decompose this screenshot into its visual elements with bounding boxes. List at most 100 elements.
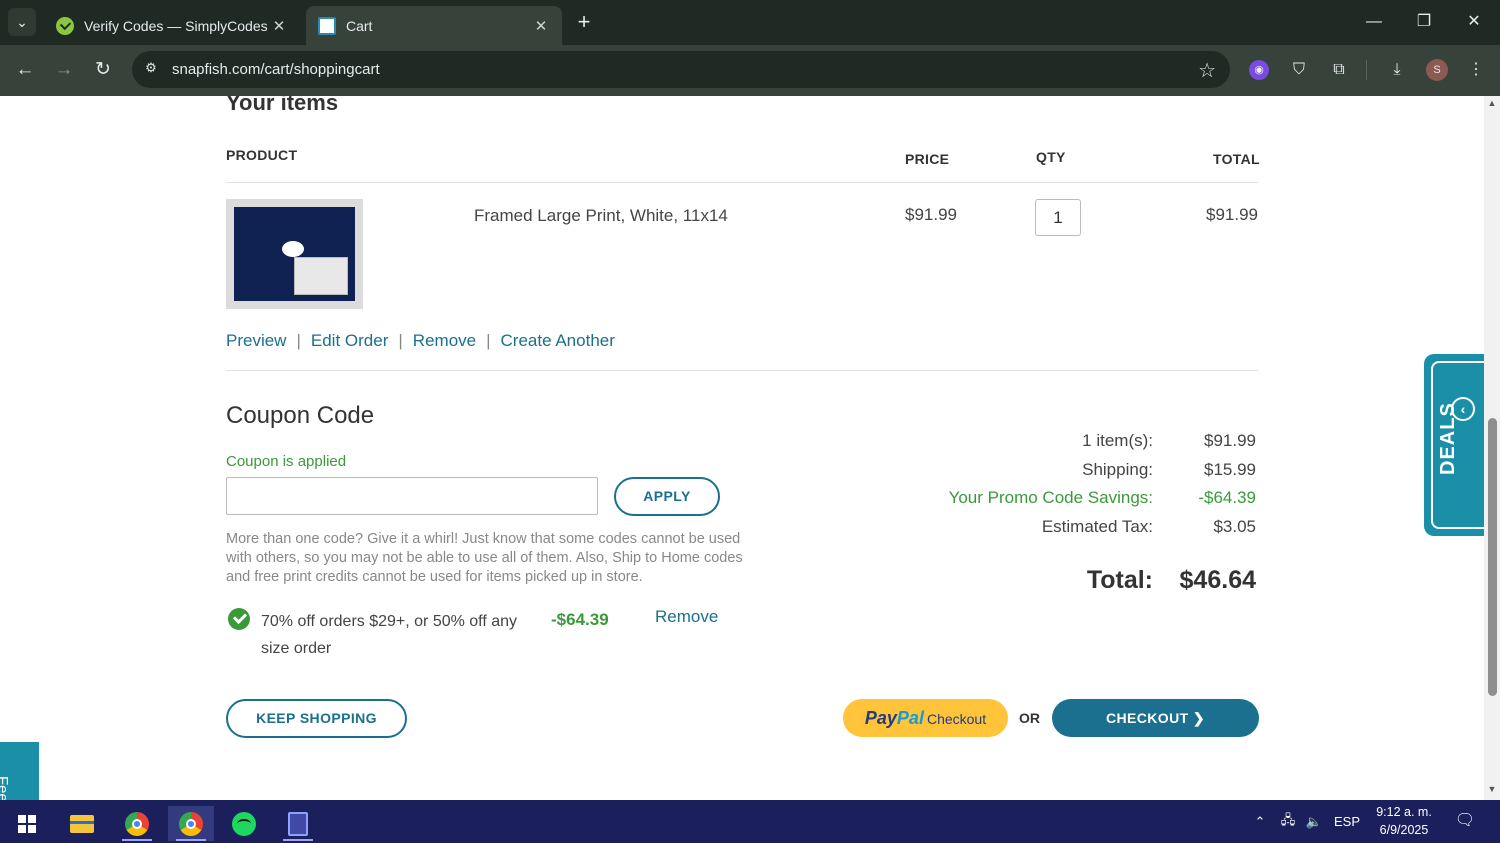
- cart-page: Your items PRODUCT PRICE QTY TOTAL Frame…: [0, 96, 1484, 800]
- paypal-logo-pal: Pal: [896, 708, 924, 728]
- paypal-checkout-button[interactable]: PayPal Checkout: [843, 699, 1008, 737]
- remove-coupon-link[interactable]: Remove: [655, 607, 718, 627]
- item-total: $91.99: [1206, 205, 1258, 224]
- keep-shopping-button[interactable]: KEEP SHOPPING: [226, 699, 407, 738]
- folder-icon: [70, 814, 94, 833]
- close-window-icon[interactable]: ✕: [1459, 8, 1489, 36]
- item-price: $91.99: [905, 205, 957, 224]
- summary-label: Shipping:: [1082, 460, 1153, 479]
- link-separator: |: [296, 331, 301, 350]
- reload-icon[interactable]: ↻: [90, 57, 116, 83]
- tray-chevron-up-icon[interactable]: ⌃: [1250, 800, 1270, 843]
- tab-cart[interactable]: Cart ✕: [306, 6, 562, 45]
- feedback-side-tab[interactable]: Fee: [0, 742, 39, 800]
- divider: [226, 370, 1258, 371]
- product-thumbnail[interactable]: [226, 199, 363, 309]
- deals-tab-border: ‹ DEALS: [1431, 361, 1484, 529]
- checkout-button[interactable]: CHECKOUT ❯: [1052, 699, 1259, 737]
- scroll-down-arrow-icon[interactable]: ▼: [1487, 784, 1497, 794]
- deals-side-tab[interactable]: ‹ DEALS: [1424, 354, 1484, 536]
- shield-extension-icon[interactable]: ⛉: [1287, 58, 1311, 82]
- tab-close-icon[interactable]: ✕: [270, 17, 288, 35]
- summary-label: 1 item(s):: [1082, 431, 1153, 450]
- back-arrow-icon[interactable]: ←: [12, 57, 38, 83]
- new-tab-plus-icon[interactable]: +: [572, 10, 596, 34]
- input-language[interactable]: ESP: [1332, 800, 1362, 843]
- spotify-taskbar-icon[interactable]: [221, 806, 267, 841]
- start-windows-icon[interactable]: [4, 806, 50, 841]
- summary-value: $15.99: [1204, 460, 1256, 479]
- running-indicator: [283, 839, 313, 841]
- coupon-code-input[interactable]: [226, 477, 598, 515]
- column-header-qty: QTY: [1036, 149, 1066, 165]
- calculator-taskbar-icon[interactable]: [275, 806, 321, 841]
- chrome-icon: [125, 811, 149, 836]
- volume-icon[interactable]: 🔈: [1302, 800, 1326, 843]
- summary-label: Estimated Tax:: [1041, 517, 1153, 536]
- toolbar-divider: [1366, 60, 1367, 80]
- simplycodes-favicon-icon: [56, 16, 74, 35]
- framed-print-image: [234, 207, 355, 301]
- browser-tab-bar: ⌄ Verify Codes — SimplyCodes ✕ Cart ✕ + …: [0, 0, 1500, 45]
- apply-coupon-button[interactable]: APPLY: [614, 477, 720, 516]
- download-icon[interactable]: ⤓: [1385, 58, 1409, 82]
- url-text[interactable]: snapfish.com/cart/shoppingcart: [172, 61, 380, 78]
- tab-title: Cart: [346, 17, 373, 34]
- network-icon[interactable]: 🖧: [1276, 800, 1300, 843]
- notifications-icon[interactable]: 🗨: [1454, 810, 1476, 832]
- page-scrollbar[interactable]: ▲ ▼: [1484, 96, 1500, 800]
- spotify-icon: [232, 811, 256, 836]
- tab-close-icon[interactable]: ✕: [532, 17, 550, 35]
- divider: [226, 182, 1258, 183]
- edit-order-link[interactable]: Edit Order: [311, 331, 388, 351]
- quantity-input[interactable]: 1: [1035, 199, 1081, 236]
- site-info-icon[interactable]: ⚙: [142, 60, 160, 78]
- total-label: Total:: [1086, 566, 1153, 594]
- coupon-help-text: More than one code? Give it a whirl! Jus…: [226, 531, 743, 585]
- tab-simplycodes[interactable]: Verify Codes — SimplyCodes ✕: [44, 6, 300, 45]
- calculator-icon: [288, 811, 308, 836]
- your-items-heading: Your items: [226, 96, 339, 115]
- file-explorer-icon[interactable]: [59, 806, 105, 841]
- print-artwork-cloud: [282, 241, 304, 257]
- kebab-menu-icon[interactable]: ⋮: [1464, 58, 1488, 82]
- coupon-code-heading: Coupon Code: [226, 402, 375, 429]
- item-actions: Preview | Edit Order | Remove | Create A…: [226, 331, 615, 351]
- profile-avatar[interactable]: S: [1426, 59, 1448, 81]
- link-separator: |: [398, 331, 403, 350]
- scroll-up-arrow-icon[interactable]: ▲: [1487, 98, 1497, 108]
- remove-item-link[interactable]: Remove: [413, 331, 476, 351]
- print-artwork-window: [294, 257, 348, 295]
- create-another-link[interactable]: Create Another: [501, 331, 615, 351]
- check-circle-icon: [228, 608, 250, 630]
- running-indicator: [176, 839, 206, 841]
- column-header-price: PRICE: [905, 151, 950, 167]
- forward-arrow-icon[interactable]: →: [51, 57, 77, 83]
- total-value: $46.64: [1179, 566, 1256, 594]
- snapfish-favicon-icon: [318, 16, 336, 35]
- summary-label: Your Promo Code Savings:: [948, 488, 1153, 507]
- applied-coupon-amount: -$64.39: [551, 610, 609, 629]
- puzzle-extensions-icon[interactable]: ⧉: [1327, 58, 1351, 82]
- running-indicator: [122, 839, 152, 841]
- applied-coupon: 70% off orders $29+, or 50% off any size…: [226, 606, 726, 658]
- tab-title: Verify Codes — SimplyCodes: [84, 17, 268, 34]
- clock[interactable]: 9:12 a. m. 6/9/2025: [1370, 803, 1438, 839]
- summary-value: $91.99: [1204, 431, 1256, 450]
- preview-link[interactable]: Preview: [226, 331, 286, 351]
- minimize-icon[interactable]: —: [1359, 8, 1389, 36]
- windows-logo-icon: [18, 814, 36, 833]
- feedback-label: Fee: [0, 776, 11, 800]
- chrome-active-taskbar-icon[interactable]: [168, 806, 214, 841]
- extension-purple-icon[interactable]: ◉: [1249, 60, 1269, 80]
- deals-label: DEALS: [1437, 402, 1459, 475]
- bookmark-star-icon[interactable]: ☆: [1198, 58, 1216, 83]
- restore-icon[interactable]: ❐: [1409, 8, 1439, 36]
- tab-search-chevron-icon[interactable]: ⌄: [8, 8, 36, 36]
- address-bar[interactable]: ⚙ snapfish.com/cart/shoppingcart ☆: [132, 51, 1230, 88]
- product-name: Framed Large Print, White, 11x14: [474, 206, 728, 225]
- summary-value: $3.05: [1213, 517, 1256, 536]
- scrollbar-thumb[interactable]: [1488, 418, 1497, 696]
- column-header-product: PRODUCT: [226, 147, 298, 163]
- chrome-taskbar-icon[interactable]: [114, 806, 160, 841]
